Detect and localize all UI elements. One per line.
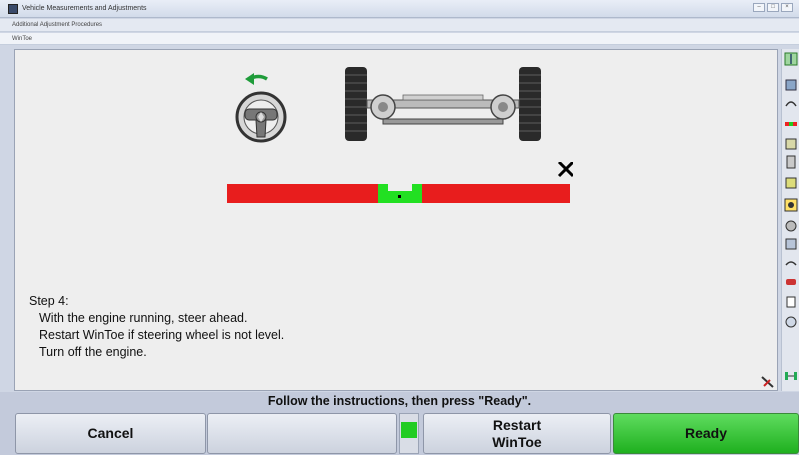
right-toolbar [781,49,799,391]
vehicle-icon[interactable] [784,137,798,151]
breadcrumb: Additional Adjustment Procedures [0,19,799,32]
settings-icon[interactable] [784,237,798,251]
window-controls: – □ × [753,3,793,12]
gauge-center-green [378,184,422,203]
restart-wintoe-button[interactable]: Restart WinToe [423,413,611,454]
right-tire [519,67,541,141]
gauge-pointer [398,195,401,198]
gauge-left-red [227,184,378,203]
restart-label-line2: WinToe [492,433,542,450]
ready-button[interactable]: Ready [613,413,799,454]
empty-button[interactable] [207,413,397,454]
gauge-right-red [422,184,570,203]
status-message: Follow the instructions, then press "Rea… [0,392,799,410]
instruction-line: Turn off the engine. [39,345,147,359]
step-label: Step 4: [29,294,69,308]
maximize-button[interactable]: □ [767,3,779,12]
close-button[interactable]: × [781,3,793,12]
x-mark-icon [557,162,573,178]
button-bar: Cancel Restart WinToe Ready [0,410,799,455]
app-icon [8,3,18,14]
measurement-icon[interactable] [784,176,798,190]
level-indicator [399,413,419,454]
steering-wheel-icon [235,73,287,143]
wintoe-icon[interactable] [784,198,798,212]
instruction-line: With the engine running, steer ahead. [39,311,248,325]
title-bar: Vehicle Measurements and Adjustments – □… [0,0,799,18]
instructions: Step 4: With the engine running, steer a… [29,293,549,361]
front-axle-icon [345,67,541,141]
print-icon[interactable] [784,295,798,309]
window-title: Vehicle Measurements and Adjustments [22,5,147,12]
restart-label-line1: Restart [492,416,542,433]
left-tire [345,67,367,141]
caster-icon[interactable] [784,96,798,110]
toe-icon[interactable] [784,117,798,131]
main-panel: Step 4: With the engine running, steer a… [14,49,778,391]
adjust-icon[interactable] [784,219,798,233]
instruction-line: Restart WinToe if steering wheel is not … [39,328,285,342]
cancel-button[interactable]: Cancel [15,413,206,454]
wheel-level-gauge [227,162,573,203]
arc-icon[interactable] [784,256,798,270]
level-indicator-fill [401,422,417,438]
page-subtitle: WinToe [0,33,799,45]
wheel-icon[interactable] [784,155,798,169]
axle-toggle-icon[interactable] [784,369,798,383]
car-red-icon[interactable] [784,275,798,289]
alignment-icon[interactable] [784,52,798,66]
help-icon[interactable] [784,315,798,329]
tools-icon[interactable] [761,376,775,388]
minimize-button[interactable]: – [753,3,765,12]
camber-icon[interactable] [784,78,798,92]
app-window: Vehicle Measurements and Adjustments – □… [0,0,799,455]
